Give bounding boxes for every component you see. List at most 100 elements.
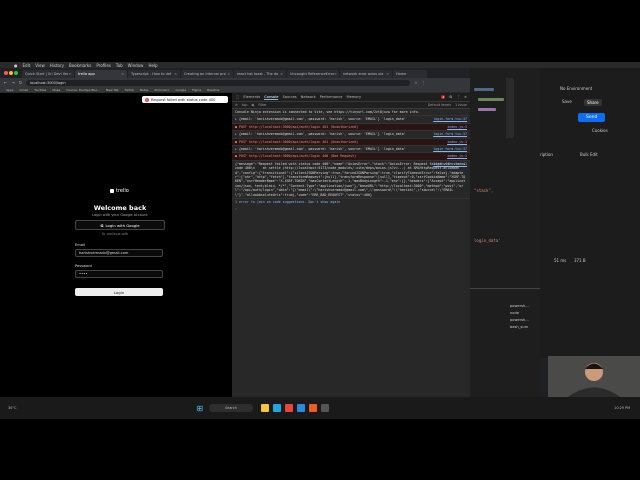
browser-tab-active[interactable]: trello app × <box>75 70 127 78</box>
browser-tab[interactable]: Typescript - How to def × <box>128 70 180 78</box>
star-icon[interactable]: ☆ <box>414 80 418 85</box>
console-message: ▸ {email: 'harishvermadx@gmail.com', pas… <box>232 131 470 139</box>
source-link[interactable]: index.js:1 <box>447 125 467 129</box>
menu-help[interactable]: Help <box>148 63 157 68</box>
close-icon[interactable]: × <box>174 72 177 76</box>
inspect-icon[interactable]: ⬚ <box>236 95 239 99</box>
bookmark-item[interactable]: YouTube <box>34 88 46 92</box>
tab-elements[interactable]: Elements <box>243 95 260 99</box>
close-icon[interactable]: × <box>68 72 71 76</box>
email-field[interactable]: harishvermadx@gmail.com <box>75 249 163 257</box>
source-link[interactable]: login-form.tsx:37 <box>433 132 467 136</box>
apple-icon[interactable]: ● <box>14 63 18 68</box>
chrome-icon[interactable] <box>284 404 293 412</box>
divider-text: Or continue with <box>101 232 129 236</box>
password-label: Password <box>75 264 92 268</box>
close-icon[interactable]: × <box>334 72 337 76</box>
bookmark-item[interactable]: TikTok <box>125 88 134 92</box>
url-field[interactable]: localhost:3000/login <box>26 79 411 86</box>
bookmark-item[interactable]: Google <box>176 88 187 92</box>
clock[interactable]: 10:29 PM <box>614 406 630 410</box>
source-link[interactable]: login-form.tsx:37 <box>433 147 467 151</box>
tab-network[interactable]: Network <box>301 95 316 99</box>
terminal-tab[interactable]: node <box>510 311 519 315</box>
login-button[interactable]: Login <box>75 288 163 296</box>
response-size: 371 B <box>574 258 586 263</box>
source-link[interactable]: index.js:1 <box>447 140 467 144</box>
login-google-button[interactable]: G Login with Google <box>75 220 165 230</box>
bulk-edit-link[interactable]: Bulk Edit <box>580 152 598 157</box>
console-prompt[interactable]: › <box>232 206 470 212</box>
settings-gear-icon[interactable]: ⚙ <box>449 95 452 99</box>
source-link[interactable]: login-form.tsx:37 <box>433 117 467 121</box>
terminal-tab[interactable]: bash_sum <box>510 325 528 329</box>
tab-console[interactable]: Console <box>264 95 279 100</box>
eye-icon[interactable]: ◉ <box>251 103 254 107</box>
browser-tab[interactable]: Uncaught ReferenceError × <box>287 70 339 78</box>
browser-tab[interactable]: Quick Start | Sri Devi Ver × <box>22 70 74 78</box>
browser-tab[interactable]: Creating an internal pro × <box>181 70 233 78</box>
bookmark-item[interactable]: Gmail <box>19 88 28 92</box>
taskbar-search[interactable]: Search <box>209 404 253 412</box>
cookies-link[interactable]: Cookies <box>592 128 608 133</box>
tab-sources[interactable]: Sources <box>282 95 296 99</box>
forward-icon[interactable]: → <box>11 80 14 85</box>
browser-tab[interactable]: Home <box>393 70 427 78</box>
save-button[interactable]: Save <box>562 99 572 104</box>
minimize-window-dot[interactable] <box>9 71 13 75</box>
bookmark-item[interactable]: Readme <box>207 88 219 92</box>
share-button[interactable]: Share <box>584 99 602 106</box>
bookmark-item[interactable]: Apps <box>6 88 13 92</box>
menu-history[interactable]: History <box>50 63 64 68</box>
bookmark-item[interactable]: New Tab <box>106 88 119 92</box>
close-icon[interactable]: × <box>280 72 283 76</box>
tab-performance[interactable]: Performance <box>320 95 343 99</box>
extensions-icon[interactable]: ⋮ <box>422 80 426 85</box>
menu-window[interactable]: Window <box>128 63 144 68</box>
start-icon[interactable]: ⊞ <box>196 404 203 413</box>
menu-tab[interactable]: Tab <box>116 63 123 68</box>
maximize-window-dot[interactable] <box>14 71 18 75</box>
close-icon[interactable]: × <box>121 72 124 76</box>
error-count-badge[interactable]: 4 <box>441 95 446 99</box>
browser-tab[interactable]: react hot toast - The do × <box>234 70 286 78</box>
postman-icon[interactable] <box>308 404 317 412</box>
bookmark-item[interactable]: Notes <box>140 88 149 92</box>
bookmark-item[interactable]: Maps <box>52 88 60 92</box>
levels-select[interactable]: Default levels <box>428 103 451 107</box>
bookmark-item[interactable]: Figma <box>192 88 201 92</box>
weather-widget[interactable]: 30°C <box>8 406 16 410</box>
bookmark-item[interactable]: Course: DevOps Boo... <box>66 88 100 92</box>
menu-profiles[interactable]: Profiles <box>96 63 111 68</box>
issues-badge[interactable]: 1 Issue <box>455 103 470 107</box>
file-explorer-icon[interactable] <box>260 404 269 412</box>
bookmark-item[interactable]: Pomodoro <box>154 88 169 92</box>
menu-edit[interactable]: Edit <box>23 63 31 68</box>
clear-console-icon[interactable]: ⊘ <box>235 103 238 107</box>
password-field[interactable]: •••• <box>75 270 163 278</box>
send-button[interactable]: Send <box>578 113 606 122</box>
page-title: Welcome back <box>93 204 147 212</box>
close-window-dot[interactable] <box>4 71 8 75</box>
tab-strip: Quick Start | Sri Devi Ver × trello app × … <box>0 68 470 78</box>
close-icon[interactable]: × <box>386 72 389 76</box>
source-link[interactable]: login-form.tsx:41 <box>433 162 467 166</box>
terminal-divider <box>470 288 540 289</box>
environment-select[interactable]: No Environment <box>560 86 592 91</box>
menu-view[interactable]: View <box>35 63 45 68</box>
browser-tab[interactable]: network error axios via × <box>340 70 392 78</box>
back-icon[interactable]: ← <box>4 80 7 85</box>
reload-icon[interactable]: ↻ <box>19 80 22 85</box>
more-icon[interactable]: ⋮ <box>456 95 460 99</box>
terminal-icon[interactable] <box>320 404 329 412</box>
edge-icon[interactable] <box>272 404 281 412</box>
terminal-tab[interactable]: powersh... <box>510 304 529 308</box>
vscode-icon[interactable] <box>296 404 305 412</box>
filter-input[interactable]: Filter <box>258 103 423 107</box>
terminal-tab[interactable]: powersh... <box>510 318 529 322</box>
close-icon[interactable]: × <box>227 72 230 76</box>
source-link[interactable]: index.js:1 <box>447 154 467 158</box>
tab-memory[interactable]: Memory <box>346 95 361 99</box>
menu-bookmarks[interactable]: Bookmarks <box>69 63 91 68</box>
context-select[interactable]: top <box>242 103 248 107</box>
